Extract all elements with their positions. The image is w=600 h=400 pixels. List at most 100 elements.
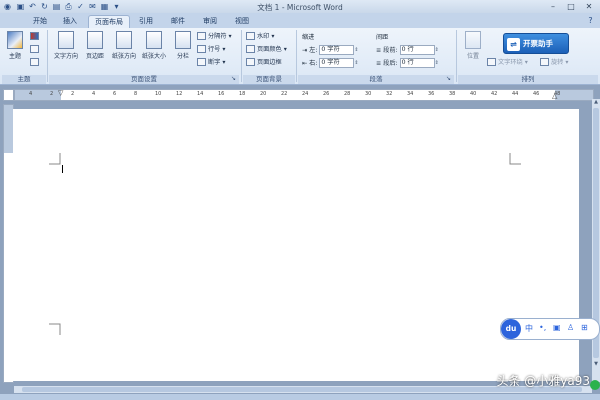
- scroll-up-icon[interactable]: ▲: [592, 99, 600, 105]
- hyphenation-button[interactable]: 断字 ▾: [197, 58, 225, 67]
- ruler-tick-label: 32: [386, 91, 393, 97]
- ruler-tick-label: 36: [428, 91, 435, 97]
- ruler-tick-label: 34: [407, 91, 414, 97]
- spacing-after-spinner-icon[interactable]: ⇕: [435, 59, 440, 68]
- status-indicator-icon: [590, 380, 600, 390]
- theme-effects-icon: [30, 58, 39, 66]
- ime-punctuation-icon[interactable]: •,: [539, 323, 546, 332]
- margin-corner-bottom-left: [49, 323, 61, 335]
- columns-icon: [175, 31, 191, 49]
- help-icon[interactable]: ?: [586, 16, 595, 25]
- paragraph-launcher-icon[interactable]: ↘: [446, 75, 451, 82]
- columns-button[interactable]: 分栏: [172, 31, 194, 71]
- group-separator: [296, 30, 297, 82]
- page-borders-button[interactable]: 页面边框: [246, 58, 282, 67]
- group-label-paragraph: 段落: [298, 75, 454, 84]
- group-label-page-background: 页面背景: [243, 75, 295, 84]
- text-wrap-button[interactable]: 文字环绕 ▾: [487, 58, 528, 67]
- hyphenation-icon: [197, 58, 206, 66]
- ime-toolbar[interactable]: du 中 •, ▣ ♙ ⊞: [500, 318, 600, 340]
- ruler-tick-label: 16: [218, 91, 225, 97]
- tab-mailings[interactable]: 邮件: [166, 15, 190, 27]
- scroll-down-icon[interactable]: ▼: [592, 361, 600, 367]
- group-separator: [241, 30, 242, 82]
- maximize-icon[interactable]: □: [562, 1, 580, 12]
- spacing-header: 间距: [376, 34, 389, 41]
- theme-fonts-button[interactable]: [30, 45, 41, 54]
- ruler-tick-label: 24: [302, 91, 309, 97]
- tab-review[interactable]: 审阅: [198, 15, 222, 27]
- ruler-tick-label: 4: [92, 91, 96, 97]
- indent-left-spinner-icon[interactable]: ⇕: [354, 46, 359, 55]
- rotate-button[interactable]: 旋转 ▾: [540, 58, 568, 67]
- tab-insert[interactable]: 插入: [58, 15, 82, 27]
- margin-corner-top-left: [49, 153, 61, 165]
- indent-right-spinner-icon[interactable]: ⇕: [354, 59, 359, 68]
- theme-colors-button[interactable]: [30, 32, 41, 41]
- ruler-tick-label: 18: [239, 91, 246, 97]
- right-indent-icon[interactable]: △: [552, 92, 557, 100]
- tab-page-layout[interactable]: 页面布局: [88, 15, 130, 28]
- text-direction-button[interactable]: 文字方向: [52, 31, 80, 71]
- ruler-tick-label: 40: [470, 91, 477, 97]
- orientation-icon: [116, 31, 132, 49]
- ruler-tick-label: 38: [449, 91, 456, 97]
- line-numbers-button[interactable]: 行号 ▾: [197, 45, 225, 54]
- themes-button[interactable]: 主题: [4, 31, 26, 71]
- group-label-page-setup: 页面设置: [49, 75, 239, 84]
- watermark-button[interactable]: 水印 ▾: [246, 32, 274, 41]
- first-line-indent-icon[interactable]: ▽: [58, 89, 63, 97]
- indent-left-icon: ⇥: [302, 47, 308, 54]
- ruler-tick-label: 4: [29, 91, 33, 97]
- ime-menu-icon[interactable]: ⊞: [581, 323, 588, 332]
- ruler-tick-label: 42: [491, 91, 498, 97]
- horizontal-ruler[interactable]: 4 2 2 4 6 8 10 12 14 16 18 20 22 24 26 28 30 32 34 36 38 40 42…: [14, 89, 594, 101]
- group-label-theme: 主题: [2, 75, 46, 84]
- title-bar: ◉ ▣ ↶ ↻ ▤ ⎙ ✓ ✉ ▦ ▾ 文档 1 - Microsoft Wor…: [0, 0, 600, 14]
- ruler-tab-selector-icon[interactable]: [3, 89, 14, 101]
- spacing-after-icon: ≡: [376, 60, 382, 67]
- invoice-helper-badge[interactable]: ⇌ 开票助手: [503, 33, 569, 54]
- breaks-button[interactable]: 分隔符 ▾: [197, 32, 232, 41]
- paper-size-button[interactable]: 纸张大小: [140, 31, 168, 71]
- ruler-tick-label: 46: [533, 91, 540, 97]
- margins-icon: [87, 31, 103, 49]
- page-color-button[interactable]: 页面颜色 ▾: [246, 45, 287, 54]
- window-title: 文档 1 - Microsoft Word: [257, 3, 343, 12]
- tab-home[interactable]: 开始: [28, 15, 52, 27]
- ime-user-icon[interactable]: ♙: [567, 323, 574, 332]
- document-page[interactable]: [13, 109, 579, 381]
- vertical-scrollbar[interactable]: ▲ ▼: [592, 99, 600, 382]
- page-setup-launcher-icon[interactable]: ↘: [231, 75, 236, 82]
- group-separator: [456, 30, 457, 82]
- ruler-tick-label: 8: [134, 91, 138, 97]
- indent-right-icon: ⇤: [302, 60, 308, 67]
- indent-left-input[interactable]: 0 字符: [319, 45, 355, 55]
- theme-effects-button[interactable]: [30, 58, 41, 67]
- ruler-left-margin: [15, 90, 61, 100]
- invoice-helper-icon: ⇌: [507, 37, 520, 51]
- position-button[interactable]: 位置: [462, 31, 484, 71]
- page-color-icon: [246, 45, 255, 53]
- ruler-tick-label: 2: [50, 91, 54, 97]
- themes-icon: [7, 31, 23, 49]
- minimize-icon[interactable]: –: [544, 1, 562, 12]
- ime-toolbox-icon[interactable]: ▣: [553, 323, 561, 332]
- line-numbers-icon: [197, 45, 206, 53]
- close-icon[interactable]: ✕: [580, 1, 598, 12]
- spacing-after-input[interactable]: 0 行: [399, 58, 435, 68]
- indent-right-control: ⇤ 右: 0 字符 ⇕: [302, 58, 359, 68]
- text-wrap-icon: [487, 58, 496, 66]
- margins-button[interactable]: 页边距: [84, 31, 106, 71]
- spacing-before-spinner-icon[interactable]: ⇕: [435, 46, 440, 55]
- spacing-before-input[interactable]: 0 行: [399, 45, 435, 55]
- theme-fonts-icon: [30, 45, 39, 53]
- orientation-button[interactable]: 纸张方向: [110, 31, 138, 71]
- tab-references[interactable]: 引用: [134, 15, 158, 27]
- position-icon: [465, 31, 481, 49]
- ruler-tick-label: 28: [344, 91, 351, 97]
- ime-mode-toggle[interactable]: 中: [525, 323, 533, 334]
- tab-view[interactable]: 视图: [230, 15, 254, 27]
- indent-right-input[interactable]: 0 字符: [319, 58, 355, 68]
- page-borders-icon: [246, 58, 255, 66]
